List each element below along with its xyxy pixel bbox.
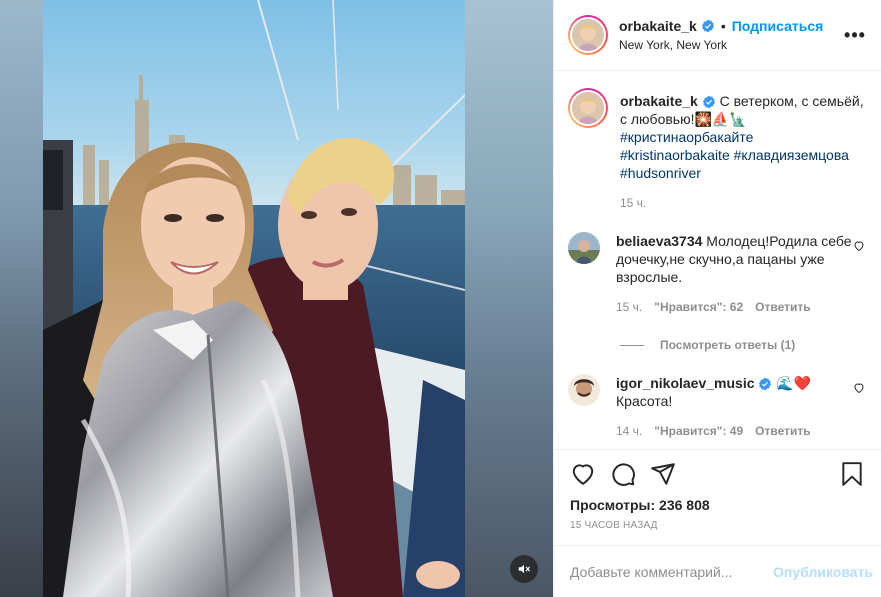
comment-item: igor_nikolaev_music 🌊❤️ Красота! 14 ч. "…	[568, 374, 867, 438]
comment-input[interactable]	[570, 563, 766, 580]
hashtag-link[interactable]: #клавдияземцова	[734, 147, 849, 163]
view-replies-button[interactable]: Посмотреть ответы (1)	[620, 338, 867, 352]
reply-button[interactable]: Ответить	[755, 424, 810, 438]
view-replies-label: Посмотреть ответы (1)	[660, 338, 796, 352]
follow-button[interactable]: Подписаться	[732, 17, 824, 35]
post-header: orbakaite_k • Подписаться New York, New …	[554, 0, 881, 71]
media-blur-right	[465, 0, 553, 597]
reply-button[interactable]: Ответить	[755, 300, 810, 314]
comment-time[interactable]: 14 ч.	[616, 424, 642, 438]
caption-time[interactable]: 15 ч.	[620, 196, 646, 210]
verified-badge-icon	[702, 95, 715, 109]
comment-text: Красота!	[616, 393, 673, 409]
caption-author-avatar[interactable]	[568, 88, 608, 128]
post-actions: Просмотры: 236 808 15 часов назад	[554, 449, 881, 545]
author-avatar[interactable]	[568, 15, 608, 55]
post-media	[0, 0, 553, 597]
comment-username[interactable]: igor_nikolaev_music	[616, 375, 755, 391]
comment-likes-count[interactable]: "Нравится": 49	[654, 424, 743, 438]
comment-likes-count[interactable]: "Нравится": 62	[654, 300, 743, 314]
share-icon[interactable]	[650, 461, 676, 487]
hashtag-link[interactable]: #kristinaorbakaite	[620, 147, 730, 163]
caption-avatar-image	[572, 92, 604, 124]
video-player[interactable]	[43, 0, 465, 597]
more-options-icon[interactable]: •••	[843, 26, 867, 44]
verified-badge-icon	[759, 377, 772, 391]
heart-icon[interactable]	[570, 461, 596, 487]
post-timestamp[interactable]: 15 часов назад	[570, 520, 865, 531]
sound-toggle-button[interactable]	[510, 555, 538, 583]
comment-form: Опубликовать	[554, 545, 881, 597]
instagram-post-view: orbakaite_k • Подписаться New York, New …	[0, 0, 881, 597]
commenter-avatar[interactable]	[568, 232, 600, 264]
video-frame	[43, 0, 465, 597]
commenter-avatar-image	[568, 232, 600, 264]
author-avatar-image	[572, 19, 604, 51]
hashtag-link[interactable]: #hudsonriver	[620, 165, 701, 181]
comments-area[interactable]: orbakaite_k С ветерком, с семьёй, с любо…	[554, 72, 881, 449]
bookmark-icon[interactable]	[839, 461, 865, 487]
comment-emoji: 🌊❤️	[776, 375, 812, 391]
sound-muted-icon	[518, 564, 530, 574]
header-separator: •	[720, 18, 726, 34]
commenter-avatar[interactable]	[568, 374, 600, 406]
heart-icon[interactable]	[853, 382, 865, 394]
views-count[interactable]: Просмотры: 236 808	[570, 496, 865, 514]
caption-username[interactable]: orbakaite_k	[620, 93, 698, 109]
caption-item: orbakaite_k С ветерком, с семьёй, с любо…	[568, 88, 867, 210]
comment-icon[interactable]	[610, 461, 636, 487]
post-sidebar: orbakaite_k • Подписаться New York, New …	[553, 0, 881, 597]
commenter-avatar-image	[568, 374, 600, 406]
post-location[interactable]: New York, New York	[619, 37, 843, 53]
comment-item: beliaeva3734 Молодец!Родила себе дочечку…	[568, 232, 867, 314]
heart-icon[interactable]	[853, 240, 865, 252]
hashtag-link[interactable]: #кристинаорбакайте	[620, 129, 753, 145]
publish-button[interactable]: Опубликовать	[773, 564, 873, 580]
comment-time[interactable]: 15 ч.	[616, 300, 642, 314]
media-blur-left	[0, 0, 43, 597]
comment-username[interactable]: beliaeva3734	[616, 233, 702, 249]
author-username[interactable]: orbakaite_k	[619, 17, 697, 35]
verified-badge-icon	[701, 19, 714, 33]
replies-divider	[620, 344, 644, 346]
